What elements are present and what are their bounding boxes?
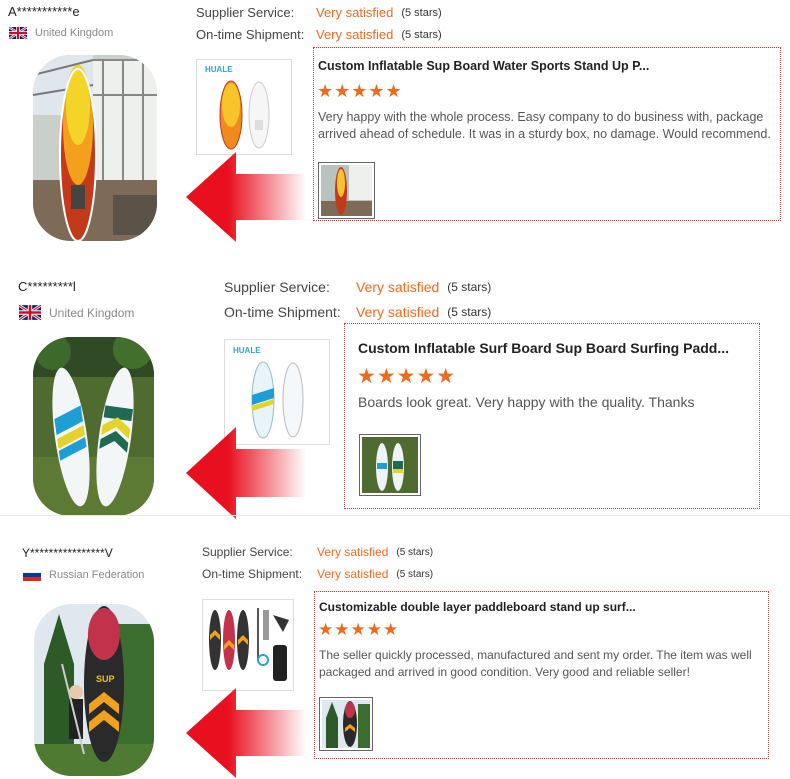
red-arrow-icon: [186, 688, 306, 778]
buyer-name: A***********e: [8, 4, 80, 19]
buyer-name: C*********l: [18, 279, 76, 294]
review-text: The seller quickly processed, manufactur…: [319, 648, 752, 679]
product-title-link[interactable]: Custom Inflatable Sup Board Water Sports…: [318, 59, 649, 73]
review-card-1: A***********e United Kingdom Supplier Se…: [0, 0, 790, 255]
ontime-shipment-rating: Very satisfied: [317, 567, 389, 581]
russia-flag-icon: [23, 569, 41, 581]
ontime-shipment-rating: Very satisfied: [316, 27, 394, 42]
ontime-shipment-row: On-time Shipment: Very satisfied (5 star…: [202, 567, 433, 581]
ontime-shipment-stars: (5 stars): [396, 568, 434, 580]
review-card-2: C*********l United Kingdom Supplier Serv…: [0, 255, 790, 519]
country-name: Russian Federation: [49, 569, 145, 581]
supplier-service-label: Supplier Service:: [196, 5, 295, 20]
buyer-photo[interactable]: SUP: [34, 604, 154, 776]
supplier-service-stars: (5 stars): [401, 6, 442, 19]
product-thumbnail[interactable]: [202, 599, 294, 691]
buyer-photo[interactable]: [33, 337, 154, 516]
review-stars: ★★★★★: [317, 81, 403, 101]
product-image: [209, 608, 289, 681]
red-arrow-icon: [186, 427, 306, 519]
review-stars: ★★★★★: [357, 365, 457, 388]
ontime-shipment-label: On-time Shipment:: [196, 27, 305, 42]
review-photo-thumbnail[interactable]: [318, 162, 375, 219]
review-photo: [322, 700, 370, 748]
review-photo: [362, 437, 418, 493]
uk-flag-icon: [19, 305, 41, 320]
supplier-service-label: Supplier Service:: [224, 279, 330, 295]
garden-boards-scene: [33, 337, 154, 516]
supplier-service-label: Supplier Service:: [202, 545, 293, 559]
supplier-service-row: Supplier Service: Very satisfied (5 star…: [202, 545, 433, 559]
ontime-shipment-stars: (5 stars): [447, 305, 492, 319]
review-text: Very happy with the whole process. Easy …: [318, 110, 771, 141]
buyer-name: Y****************V: [22, 546, 113, 560]
review-stars: ★★★★★: [318, 620, 400, 639]
supplier-service-rating: Very satisfied: [316, 5, 394, 20]
review-card-3: Y****************V Russian Federation Su…: [0, 520, 790, 779]
review-content-box: Custom Inflatable Surf Board Sup Board S…: [344, 323, 760, 509]
review-content-box: Custom Inflatable Sup Board Water Sports…: [313, 47, 781, 221]
ontime-shipment-row: On-time Shipment: Very satisfied (5 star…: [196, 27, 442, 42]
supplier-service-rating: Very satisfied: [317, 545, 389, 559]
buyer-country: United Kingdom: [19, 305, 134, 320]
ontime-shipment-label: On-time Shipment:: [224, 304, 341, 320]
ontime-shipment-row: On-time Shipment: Very satisfied (5 star…: [224, 304, 491, 320]
red-arrow-icon: [186, 152, 306, 242]
supplier-service-row: Supplier Service: Very satisfied (5 star…: [196, 5, 442, 20]
board-logo: SUP: [96, 674, 115, 684]
review-content-box: Customizable double layer paddleboard st…: [314, 591, 769, 759]
product-title-link[interactable]: Customizable double layer paddleboard st…: [319, 600, 636, 614]
product-image: HUALE: [205, 65, 270, 150]
supplier-service-stars: (5 stars): [447, 280, 492, 294]
supplier-service-rating: Very satisfied: [356, 279, 440, 295]
ontime-shipment-stars: (5 stars): [401, 28, 442, 41]
uk-flag-icon: [9, 27, 27, 39]
ontime-shipment-rating: Very satisfied: [356, 304, 440, 320]
buyer-photo[interactable]: [33, 55, 157, 241]
product-thumbnail[interactable]: HUALE: [196, 59, 292, 155]
country-name: United Kingdom: [35, 27, 114, 39]
product-title-link[interactable]: Custom Inflatable Surf Board Sup Board S…: [358, 340, 729, 356]
person-with-board-scene: SUP: [34, 604, 154, 776]
brand-logo: HUALE: [233, 346, 261, 355]
buyer-country: Russian Federation: [23, 569, 144, 581]
review-divider: [0, 515, 790, 516]
supplier-service-stars: (5 stars): [396, 546, 434, 558]
buyer-country: United Kingdom: [9, 27, 113, 39]
conservatory-scene: [33, 55, 157, 241]
ontime-shipment-label: On-time Shipment:: [202, 567, 303, 581]
review-photo-thumbnail[interactable]: [319, 697, 373, 751]
country-name: United Kingdom: [49, 305, 135, 320]
brand-logo: HUALE: [205, 65, 233, 74]
review-text: Boards look great. Very happy with the q…: [358, 394, 695, 410]
supplier-service-row: Supplier Service: Very satisfied (5 star…: [224, 279, 491, 295]
review-photo: [321, 165, 372, 216]
review-photo-thumbnail[interactable]: [359, 434, 421, 496]
